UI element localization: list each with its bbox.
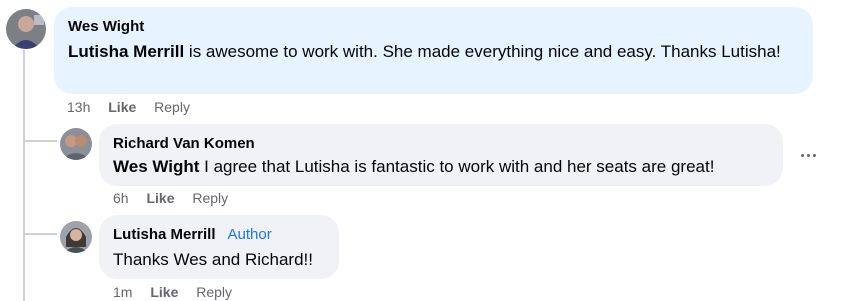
comment-meta: 1m Like Reply <box>113 283 232 301</box>
reply-button[interactable]: Reply <box>154 98 190 116</box>
more-options-icon <box>799 153 817 157</box>
avatar-richard-van-komen[interactable] <box>60 128 92 160</box>
comment-meta: 6h Like Reply <box>113 189 228 207</box>
like-button[interactable]: Like <box>108 98 136 116</box>
comment-bubble: Wes Wight Lutisha Merrill is awesome to … <box>54 7 813 94</box>
timestamp[interactable]: 6h <box>113 189 129 207</box>
comment-author[interactable]: Wes Wight <box>68 18 799 36</box>
like-button[interactable]: Like <box>146 189 174 207</box>
timestamp[interactable]: 1m <box>113 283 132 301</box>
comment-author[interactable]: Richard Van Komen <box>113 135 769 153</box>
comment-text: Thanks Wes and Richard!! <box>113 250 313 269</box>
comment-meta: 13h Like Reply <box>67 98 190 116</box>
mention-link[interactable]: Wes Wight <box>113 157 199 176</box>
comment-author-row: Lutisha Merrill Author <box>113 226 325 244</box>
avatar-wes-wight[interactable] <box>6 9 46 49</box>
reply-button[interactable]: Reply <box>192 189 228 207</box>
comment-body: Wes Wight I agree that Lutisha is fantas… <box>113 154 769 179</box>
comment-text: is awesome to work with. She made everyt… <box>184 42 781 61</box>
comment-author[interactable]: Lutisha Merrill <box>113 226 216 243</box>
comment-body: Lutisha Merrill is awesome to work with.… <box>68 39 799 64</box>
more-options-button[interactable] <box>796 143 820 167</box>
thread-line-branch-1 <box>23 140 57 142</box>
author-badge: Author <box>227 226 272 243</box>
reply-button[interactable]: Reply <box>196 283 232 301</box>
comment-bubble: Richard Van Komen Wes Wight I agree that… <box>99 124 783 186</box>
avatar-lutisha-merrill[interactable] <box>60 221 92 253</box>
timestamp[interactable]: 13h <box>67 98 90 116</box>
comment-bubble: Lutisha Merrill Author Thanks Wes and Ric… <box>99 215 339 279</box>
comment-text: I agree that Lutisha is fantastic to wor… <box>199 157 715 176</box>
mention-link[interactable]: Lutisha Merrill <box>68 42 184 61</box>
like-button[interactable]: Like <box>150 283 178 301</box>
thread-line-main <box>23 50 25 301</box>
thread-line-branch-2 <box>23 233 57 235</box>
